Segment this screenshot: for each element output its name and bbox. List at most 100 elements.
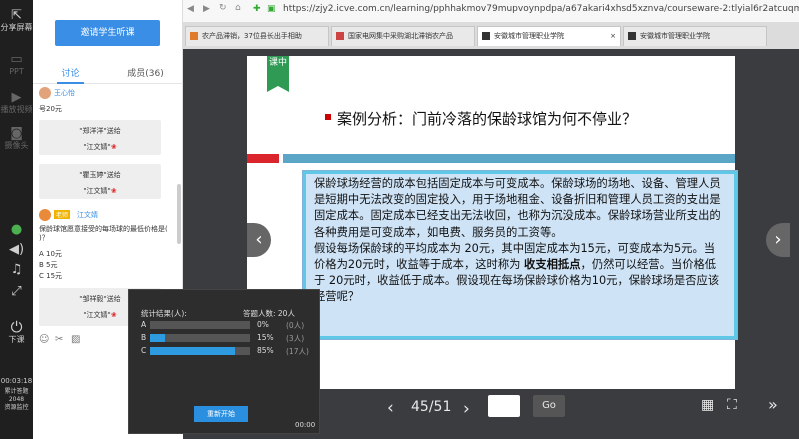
browser-tab[interactable]: 国家电网集中采购湖北滞销农产品 — [331, 26, 475, 46]
rose-icon: ❀ — [110, 187, 117, 195]
gift-receiver: "江文婧" — [83, 311, 111, 319]
browser-tab-title: 农产品滞销，37位县长出手相助 — [202, 32, 302, 40]
stats-row: A 0% (0人) — [141, 320, 313, 330]
answered-count: 答题人数: 20人 — [243, 309, 295, 318]
forward-icon[interactable]: ▶ — [203, 4, 210, 14]
scrollbar[interactable] — [177, 184, 181, 244]
address-bar: ◀ ▶ ↻ ⌂ ✚ ▣ https://zjy2.icve.com.cn/lea… — [183, 0, 799, 22]
divider-red — [247, 154, 279, 163]
double-chevron-right-icon[interactable]: » — [768, 395, 778, 414]
site-favicon — [336, 32, 344, 40]
shield-icon: ✚ — [253, 4, 261, 14]
home-icon[interactable]: ⌂ — [235, 3, 241, 13]
expand-tool[interactable]: ⤢ — [0, 284, 33, 299]
screen-share-tool[interactable]: ⇱ 分享屏幕 — [0, 8, 33, 33]
paragraph: 假设每场保龄球的平均成本为 20元，其中固定成本为15元，可变成本为5元。当价格… — [314, 241, 726, 306]
option-count: (3人) — [286, 334, 305, 343]
browser-chrome: ◀ ▶ ↻ ⌂ ✚ ▣ https://zjy2.icve.com.cn/lea… — [183, 0, 799, 49]
chat-tabs: 讨论 成员(36) — [33, 62, 183, 84]
slide: 课中 案例分析：门前冷落的保龄球馆为何不停业？ 保龄球场经营的成本包括固定成本与… — [247, 56, 738, 392]
music-tool[interactable]: ♫ — [0, 262, 33, 277]
end-class-tool[interactable]: ⏻ 下课 — [0, 320, 33, 345]
avatar — [39, 87, 51, 99]
url-text[interactable]: https://zjy2.icve.com.cn/learning/pphhak… — [283, 4, 799, 14]
progress-track — [150, 321, 250, 329]
mic-tool[interactable]: ● — [0, 222, 33, 237]
site-favicon — [628, 32, 636, 40]
go-button[interactable]: Go — [533, 395, 565, 417]
browser-tab-active[interactable]: 安徽城市管理职业学院 × — [477, 26, 621, 46]
rose-icon: ❀ — [110, 311, 117, 319]
avatar — [39, 209, 51, 221]
stat-line-2: 2048 — [8, 396, 25, 403]
lock-icon: ▣ — [267, 4, 276, 14]
video-tool[interactable]: ▶ 播放视频 — [0, 90, 33, 115]
restart-button[interactable]: 重新开始 — [194, 406, 248, 422]
video-label: 播放视频 — [0, 105, 33, 114]
progress-track — [150, 347, 250, 355]
next-page-icon[interactable]: › — [463, 399, 470, 419]
image-icon[interactable]: ▨ — [71, 334, 80, 345]
ppt-label: PPT — [9, 67, 24, 76]
gift-receiver-line: "江文婧"❀ — [39, 142, 161, 152]
page-indicator: 45/51 — [411, 399, 452, 415]
fullscreen-icon[interactable]: ⛶ — [727, 397, 737, 413]
prev-page-icon[interactable]: ‹ — [387, 398, 394, 418]
option-count: (17人) — [286, 347, 309, 356]
site-favicon — [482, 32, 490, 40]
left-toolbar: ⇱ 分享屏幕 ▭ PPT ▶ 播放视频 ◙ 摄像头 ● ◀) ♫ ⤢ ⏻ 下课 … — [0, 0, 33, 439]
invite-students-button[interactable]: 邀请学生听课 — [55, 20, 160, 46]
page-input[interactable] — [488, 395, 520, 417]
option-b: B 5元 — [39, 261, 58, 269]
option-count: (0人) — [286, 321, 305, 330]
speaker-tool[interactable]: ◀) — [0, 242, 33, 257]
chevron-left-icon: ‹ — [255, 229, 263, 250]
next-slide-button[interactable]: › — [766, 223, 790, 257]
progress-track — [150, 334, 250, 342]
ppt-icon: ▭ — [10, 52, 23, 67]
reload-icon[interactable]: ↻ — [219, 3, 227, 13]
gift-sender: "郑洋洋"送给 — [79, 127, 121, 135]
answer-stats-popup: 统计结果(人): 答题人数: 20人 A 0% (0人) B 15% (3人) … — [128, 289, 320, 434]
stats-title: 统计结果(人): — [141, 309, 187, 318]
expand-icon: ⤢ — [11, 284, 22, 299]
camera-tool[interactable]: ◙ 摄像头 — [0, 126, 33, 151]
slide-content-box: 保龄球场经营的成本包括固定成本与可变成本。保龄球场的场地、设备、管理人员是短期中… — [302, 170, 738, 340]
speaker-icon: ◀) — [8, 242, 25, 257]
mic-icon: ● — [10, 222, 23, 237]
browser-tab[interactable]: 安徽城市管理职业学院 — [623, 26, 767, 46]
power-icon: ⏻ — [10, 318, 23, 336]
class-stage-badge: 课中 — [267, 56, 289, 92]
browser-tab-title: 安徽城市管理职业学院 — [494, 32, 564, 40]
camera-label: 摄像头 — [4, 141, 29, 150]
stats: 累计答题 2048 资源监控 — [0, 388, 33, 412]
question-text: 保龄球馆愿意接受的每场球的最低价格是( )？ — [39, 225, 168, 242]
screen-share-label: 分享屏幕 — [0, 23, 33, 32]
gift-receiver-line: "江文婧"❀ — [39, 186, 161, 196]
browser-tab[interactable]: 农产品滞销，37位县长出手相助 — [185, 26, 329, 46]
bold-term: 收支相抵点 — [524, 258, 581, 272]
video-icon: ▶ — [11, 90, 22, 105]
stat-line-3: 资源监控 — [4, 404, 29, 411]
divider-blue — [283, 154, 735, 163]
tab-discussion[interactable]: 讨论 — [33, 66, 108, 79]
browser-tab-title: 国家电网集中采购湖北滞销农产品 — [348, 32, 453, 40]
grid-view-icon[interactable]: ▦ — [701, 397, 714, 413]
ppt-tool[interactable]: ▭ PPT — [0, 52, 33, 77]
elapsed-time: 00:00 — [295, 421, 316, 429]
gift-sender: "瞿玉婷"送给 — [79, 171, 121, 179]
message-user: 江文婧 — [77, 211, 98, 219]
back-icon[interactable]: ◀ — [187, 4, 194, 14]
rose-icon: ❀ — [110, 143, 117, 151]
chevron-right-icon: › — [774, 229, 782, 250]
teacher-badge: 老师 — [54, 210, 71, 219]
option-a: A 10元 — [39, 250, 62, 258]
close-icon[interactable]: × — [610, 27, 616, 45]
gift-receiver: "江文婧" — [83, 143, 111, 151]
scissors-icon[interactable]: ✂ — [55, 334, 63, 345]
option-percent: 0% — [257, 320, 269, 329]
tab-members[interactable]: 成员(36) — [108, 66, 183, 79]
emoji-icon[interactable]: ☺ — [39, 334, 49, 345]
site-favicon — [190, 32, 198, 40]
progress-fill — [150, 334, 165, 342]
